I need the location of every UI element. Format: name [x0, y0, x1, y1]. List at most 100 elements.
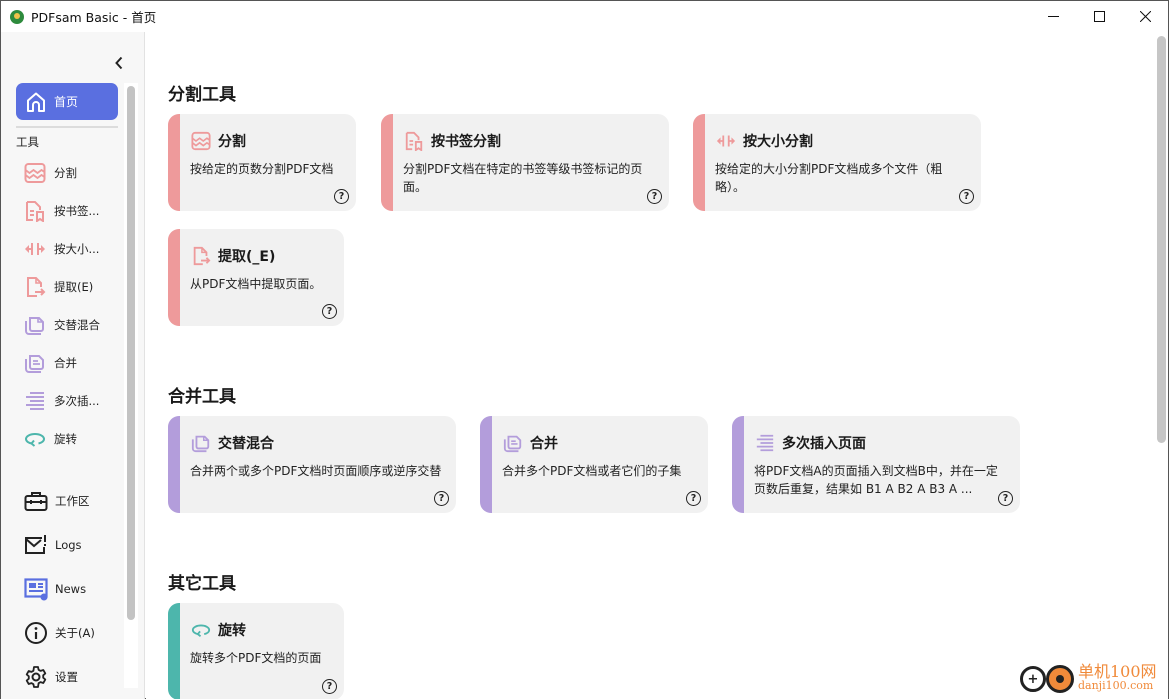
tool-card-split-by-size[interactable]: 按大小分割 按给定的大小分割PDF文档成多个文件（粗略）。 ? — [693, 114, 981, 211]
sidebar-item-label: Logs — [55, 538, 82, 552]
sidebar-item-label: 合并 — [54, 356, 77, 370]
info-icon — [23, 620, 49, 646]
card-description: 从PDF文档中提取页面。 — [190, 277, 322, 291]
card-description: 按给定的大小分割PDF文档成多个文件（粗略）。 — [715, 162, 943, 194]
help-icon[interactable]: ? — [322, 679, 337, 694]
help-icon[interactable]: ? — [322, 304, 337, 319]
tool-card-rotate[interactable]: 旋转 旋转多个PDF文档的页面 ? — [168, 603, 344, 699]
card-title: 合并 — [530, 436, 558, 452]
card-title: 多次插入页面 — [782, 436, 866, 452]
maximize-button[interactable] — [1076, 1, 1122, 32]
news-icon — [23, 576, 49, 602]
card-accent-bar — [480, 416, 492, 513]
chevron-left-icon — [115, 56, 123, 70]
sidebar-item-news[interactable]: News — [23, 576, 86, 602]
card-accent-bar — [732, 416, 744, 513]
sidebar: 首页 工具 分割 按书签... 按大小... 提取(E) 交替混合 合并 多次插… — [1, 32, 145, 699]
split-icon — [190, 130, 212, 152]
card-description: 分割PDF文档在特定的书签等级书签标记的页面。 — [403, 162, 643, 194]
card-title: 按大小分割 — [743, 134, 813, 150]
sidebar-item-split-by-size[interactable]: 按大小... — [23, 236, 99, 262]
size-split-icon — [715, 130, 737, 152]
card-description: 按给定的页数分割PDF文档 — [190, 162, 334, 176]
close-icon — [1139, 11, 1151, 22]
card-description: 旋转多个PDF文档的页面 — [190, 651, 322, 665]
help-icon[interactable]: ? — [959, 189, 974, 204]
sidebar-item-workspace[interactable]: 工作区 — [23, 488, 90, 514]
help-icon[interactable]: ? — [647, 189, 662, 204]
card-accent-bar — [381, 114, 393, 211]
watermark-logo-icon: + — [1016, 662, 1074, 696]
main-scrollbar[interactable] — [1157, 36, 1166, 443]
help-icon[interactable]: ? — [686, 491, 701, 506]
rotate-icon — [190, 619, 212, 641]
minimize-icon — [1047, 16, 1059, 17]
group-title-split: 分割工具 — [168, 85, 236, 105]
card-description: 将PDF文档A的页面插入到文档B中，并在一定页数后重复，结果如 B1 A B2 … — [754, 464, 998, 496]
alternate-mix-icon — [23, 313, 47, 337]
group-title-merge: 合并工具 — [168, 387, 236, 407]
card-description: 合并两个或多个PDF文档时页面顺序或逆序交替 — [190, 464, 442, 478]
help-icon[interactable]: ? — [434, 491, 449, 506]
main-content: 分割工具 分割 按给定的页数分割PDF文档 ? 按书签分割 分割PDF文档在特定… — [146, 32, 1168, 699]
tool-card-insert[interactable]: 多次插入页面 将PDF文档A的页面插入到文档B中，并在一定页数后重复，结果如 B… — [732, 416, 1020, 513]
watermark: + 单机100网 danji100.com — [1016, 661, 1166, 697]
sidebar-item-label: News — [55, 582, 87, 596]
collapse-sidebar-button[interactable] — [111, 54, 127, 72]
rotate-icon — [23, 427, 47, 451]
merge-icon — [502, 432, 524, 454]
tool-card-split[interactable]: 分割 按给定的页数分割PDF文档 ? — [168, 114, 356, 211]
minimize-button[interactable] — [1030, 1, 1076, 32]
help-icon[interactable]: ? — [334, 189, 349, 204]
sidebar-item-label: 旋转 — [54, 432, 77, 446]
sidebar-item-settings[interactable]: 设置 — [23, 664, 78, 690]
bookmark-split-icon — [403, 130, 425, 152]
gear-icon — [23, 664, 49, 690]
alternate-mix-icon — [190, 432, 212, 454]
card-title: 旋转 — [218, 623, 246, 639]
app-logo-icon — [10, 9, 24, 24]
sidebar-item-insert[interactable]: 多次插... — [23, 388, 99, 414]
card-accent-bar — [168, 229, 180, 326]
briefcase-icon — [23, 488, 49, 514]
card-title: 按书签分割 — [431, 134, 501, 150]
card-title: 分割 — [218, 134, 246, 150]
extract-icon — [190, 245, 212, 267]
card-accent-bar — [168, 416, 180, 513]
sidebar-item-rotate[interactable]: 旋转 — [23, 426, 77, 452]
sidebar-item-label: 多次插... — [54, 394, 100, 408]
sidebar-item-label: 首页 — [54, 95, 79, 109]
sidebar-scrollbar[interactable] — [127, 86, 135, 620]
sidebar-item-split-by-bookmarks[interactable]: 按书签... — [23, 198, 99, 224]
sidebar-item-alternate-mix[interactable]: 交替混合 — [23, 312, 100, 338]
tool-card-alternate-mix[interactable]: 交替混合 合并两个或多个PDF文档时页面顺序或逆序交替 ? — [168, 416, 456, 513]
sidebar-item-label: 交替混合 — [54, 318, 100, 332]
sidebar-item-merge[interactable]: 合并 — [23, 350, 77, 376]
card-title: 提取(_E) — [218, 249, 276, 265]
sidebar-item-split[interactable]: 分割 — [23, 160, 77, 186]
help-icon[interactable]: ? — [998, 491, 1013, 506]
sidebar-item-label: 提取(E) — [54, 280, 94, 294]
home-icon — [27, 92, 45, 112]
sidebar-item-label: 设置 — [55, 670, 78, 684]
group-title-other: 其它工具 — [168, 574, 236, 594]
logs-mail-icon — [23, 532, 49, 558]
card-accent-bar — [168, 114, 180, 211]
close-button[interactable] — [1122, 1, 1168, 32]
card-title: 交替混合 — [218, 436, 274, 452]
watermark-plus: + — [1020, 666, 1046, 692]
tool-card-split-by-bookmarks[interactable]: 按书签分割 分割PDF文档在特定的书签等级书签标记的页面。 ? — [381, 114, 669, 211]
sidebar-item-label: 工作区 — [55, 494, 90, 508]
sidebar-item-about[interactable]: 关于(A) — [23, 620, 95, 646]
maximize-icon — [1093, 11, 1105, 22]
sidebar-item-home[interactable]: 首页 — [16, 83, 118, 120]
sidebar-item-label: 关于(A) — [55, 626, 95, 640]
watermark-cn: 单机100网 — [1078, 662, 1157, 681]
title-bar: PDFsam Basic - 首页 — [1, 1, 1168, 32]
tool-card-extract[interactable]: 提取(_E) 从PDF文档中提取页面。 ? — [168, 229, 344, 326]
sidebar-item-logs[interactable]: Logs — [23, 532, 82, 558]
sidebar-item-extract[interactable]: 提取(E) — [23, 274, 93, 300]
divider — [16, 126, 118, 128]
extract-icon — [23, 275, 47, 299]
tool-card-merge[interactable]: 合并 合并多个PDF文档或者它们的子集 ? — [480, 416, 708, 513]
